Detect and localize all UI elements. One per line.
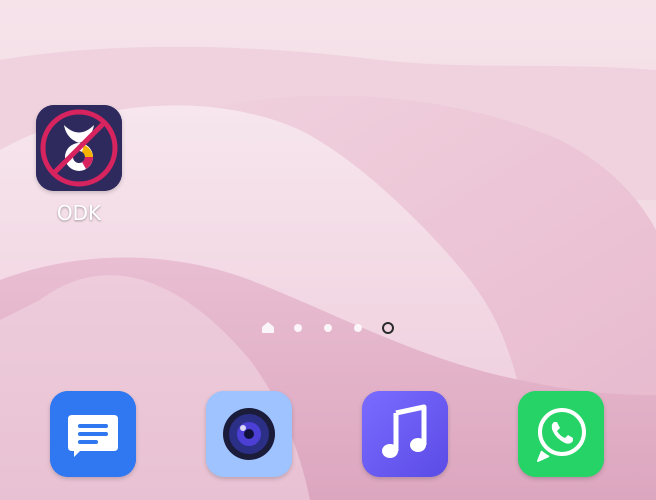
home-icon [262, 322, 274, 333]
page-dot-3 [324, 324, 332, 332]
page-indicator [262, 322, 394, 334]
messages-icon [50, 391, 136, 477]
camera-app-icon[interactable] [206, 391, 292, 477]
home-screen: ODK [0, 0, 656, 500]
odk-icon [36, 105, 122, 191]
messages-app-icon[interactable] [50, 391, 136, 477]
whatsapp-app-icon[interactable] [518, 391, 604, 477]
music-app-icon[interactable] [362, 391, 448, 477]
page-dot-current [382, 322, 394, 334]
page-dot-2 [294, 324, 302, 332]
music-icon [362, 391, 448, 477]
camera-icon [206, 391, 292, 477]
page-dot-4 [354, 324, 362, 332]
whatsapp-icon [518, 391, 604, 477]
odk-app-icon[interactable] [36, 105, 122, 191]
odk-app-label[interactable]: ODK [19, 201, 139, 225]
